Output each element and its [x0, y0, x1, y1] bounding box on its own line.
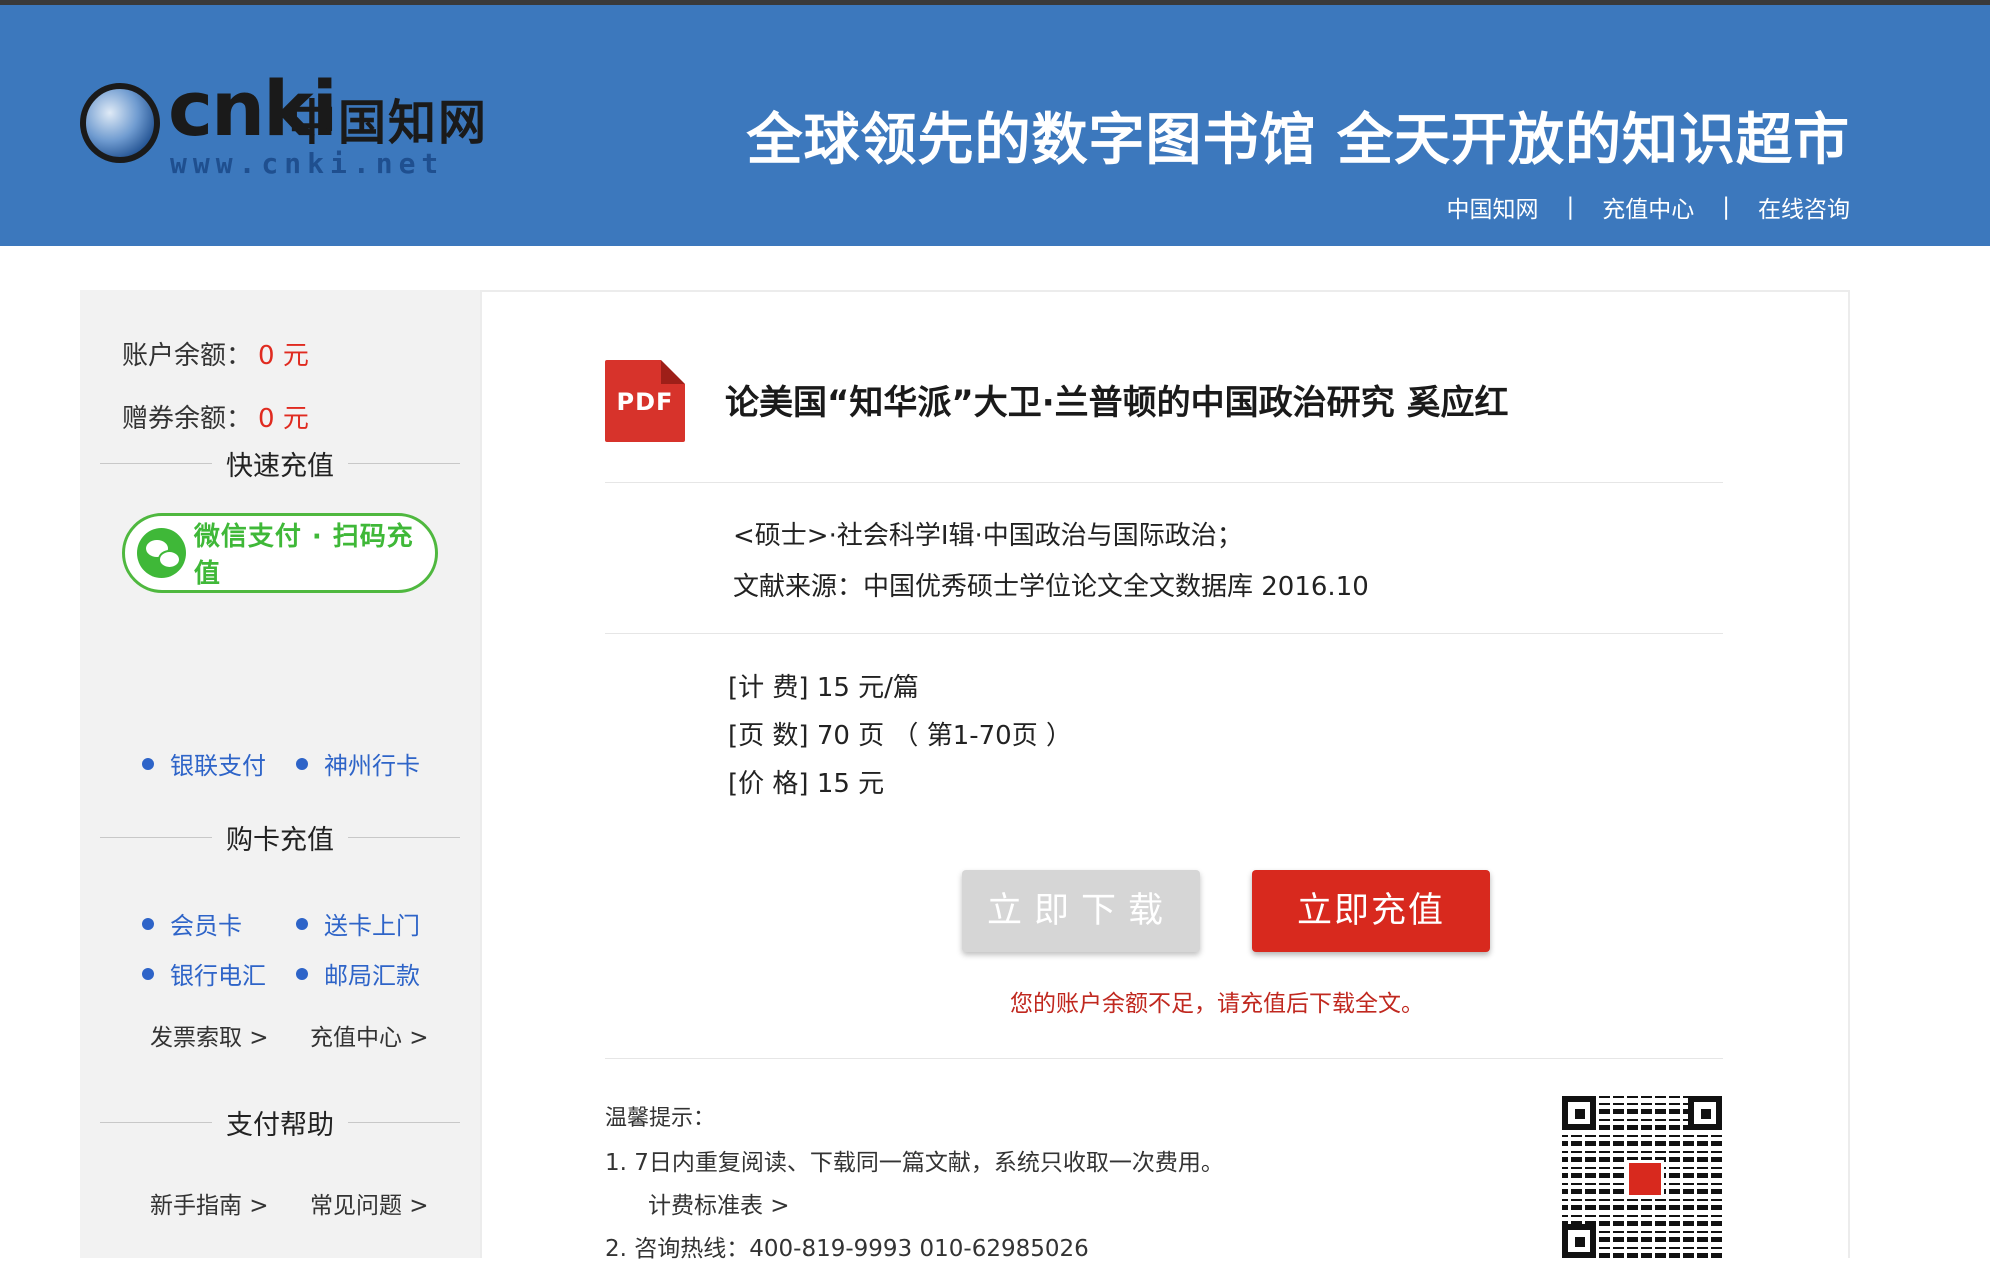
unionpay-link[interactable]: 银联支付 — [142, 746, 266, 781]
voucher-balance-value: 0 元 — [258, 404, 309, 434]
quick-recharge-heading: 快速充值 — [100, 443, 460, 483]
document-source: 文献来源：中国优秀硕士学位论文全文数据库 2016.10 — [733, 572, 1369, 602]
divider — [605, 633, 1723, 634]
card-delivery-link[interactable]: 送卡上门 — [296, 906, 420, 941]
member-card-link[interactable]: 会员卡 — [142, 906, 242, 941]
nav-recharge-center[interactable]: 充值中心 — [1602, 190, 1694, 224]
billing-standard-link[interactable]: 计费标准表 > — [648, 1186, 790, 1220]
voucher-balance-label: 赠券余额： — [122, 404, 253, 434]
voucher-balance: 赠券余额： 0 元 — [122, 398, 309, 435]
qr-code-image — [1562, 1096, 1722, 1258]
postal-remittance-link[interactable]: 邮局汇款 — [296, 956, 420, 991]
recharge-now-button[interactable]: 立即充值 — [1252, 870, 1490, 952]
shenzhouxing-card-link[interactable]: 神州行卡 — [296, 746, 420, 781]
account-balance: 账户余额： 0 元 — [122, 335, 309, 372]
recharge-center-link[interactable]: 充值中心 > — [310, 1018, 429, 1052]
bank-transfer-link[interactable]: 银行电汇 — [142, 956, 266, 991]
nav-cnki[interactable]: 中国知网 — [1447, 190, 1539, 224]
header-slogan: 全球领先的数字图书馆 全天开放的知识超市 — [746, 108, 1850, 173]
nav-separator: | — [1722, 194, 1730, 220]
bullet-icon — [296, 917, 308, 930]
tips-title: 温馨提示： — [605, 1106, 716, 1131]
divider — [605, 1058, 1723, 1059]
tip-item-1: 1. 7日内重复阅读、下载同一篇文献，系统只收取一次费用。 — [605, 1150, 1224, 1176]
faq-link[interactable]: 常见问题 > — [310, 1186, 429, 1220]
recharge-sidebar: 账户余额： 0 元 赠券余额： 0 元 快速充值 微信支付 · 扫码充值 银联支付 … — [80, 290, 480, 1258]
logo-url: www.cnki.net — [170, 147, 445, 180]
bullet-icon — [142, 757, 154, 770]
pay-help-heading: 支付帮助 — [100, 1102, 460, 1142]
bullet-icon — [142, 917, 154, 930]
wechat-pay-button[interactable]: 微信支付 · 扫码充值 — [122, 513, 438, 593]
pdf-icon: PDF — [605, 360, 685, 442]
document-title: 论美国“知华派”大卫·兰普顿的中国政治研究 奚应红 — [725, 383, 1509, 423]
document-category: <硕士>·社会科学Ⅰ辑·中国政治与国际政治； — [733, 521, 1243, 551]
price: [价 格] 15 元 — [728, 769, 885, 799]
invoice-request-link[interactable]: 发票索取 > — [150, 1018, 269, 1052]
download-now-button[interactable]: 立即下载 — [962, 870, 1200, 952]
wechat-pay-label: 微信支付 · 扫码充值 — [193, 522, 414, 589]
globe-icon — [80, 83, 160, 163]
divider — [605, 482, 1723, 483]
bullet-icon — [142, 967, 154, 980]
wechat-icon — [137, 528, 186, 578]
cnki-logo-icon — [1626, 1160, 1664, 1198]
beginner-guide-link[interactable]: 新手指南 > — [150, 1186, 269, 1220]
header-banner: cnki 中国知网 www.cnki.net 全球领先的数字图书馆 全天开放的知… — [0, 5, 1990, 246]
bullet-icon — [296, 967, 308, 980]
cnki-logo[interactable]: cnki 中国知网 www.cnki.net — [78, 65, 488, 185]
page-count: [页 数] 70 页 （ 第1-70页 ） — [728, 721, 1072, 751]
header-nav: 中国知网 | 充值中心 | 在线咨询 — [1447, 190, 1851, 224]
nav-online-consult[interactable]: 在线咨询 — [1758, 190, 1850, 224]
account-balance-label: 账户余额： — [122, 341, 253, 371]
insufficient-balance-warning: 您的账户余额不足，请充值后下载全文。 — [1010, 991, 1424, 1017]
billing-fee: [计 费] 15 元/篇 — [728, 673, 919, 703]
logo-chinese-name: 中国知网 — [288, 95, 489, 151]
account-balance-value: 0 元 — [258, 341, 309, 371]
bullet-icon — [296, 757, 308, 770]
nav-separator: | — [1566, 194, 1575, 220]
card-recharge-heading: 购卡充值 — [100, 817, 460, 857]
